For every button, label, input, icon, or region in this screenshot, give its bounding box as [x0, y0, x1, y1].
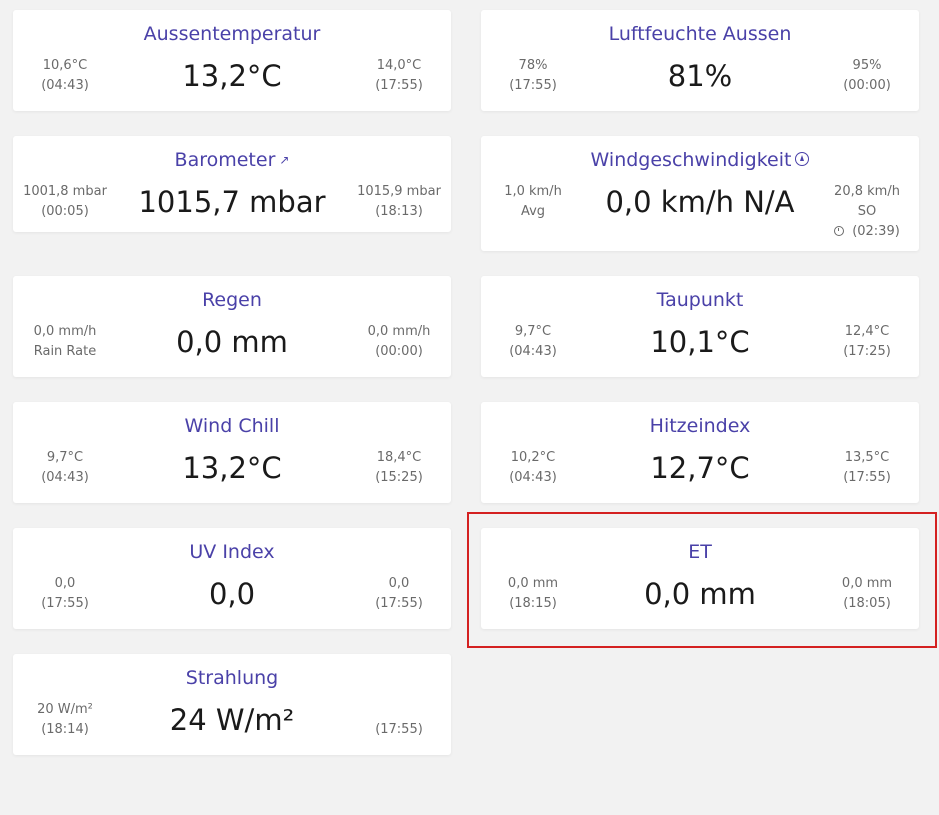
card-title-text[interactable]: Barometer — [175, 149, 276, 171]
card-wind-chill: Wind Chill 9,7°C (04:43) 13,2°C 18,4°C (… — [13, 402, 451, 503]
card-barometer: Barometer ↗ 1001,8 mbar (00:05) 1015,7 mb… — [13, 136, 451, 232]
external-link-icon[interactable]: ↗ — [279, 148, 289, 172]
max-value: 18,4°C (15:25) — [375, 450, 423, 485]
max-value: 0,0 mm (18:05) — [841, 576, 893, 611]
card-title[interactable]: Wind Chill — [13, 414, 451, 438]
card-title[interactable]: Strahlung — [13, 666, 451, 690]
card-outdoor-temperature: Aussentemperatur 10,6°C (04:43) 13,2°C 1… — [13, 10, 451, 111]
card-outdoor-humidity: Luftfeuchte Aussen 78% (17:55) 81% 95% (… — [481, 10, 919, 111]
max-value: 0,0 (17:55) — [375, 576, 423, 611]
card-uv-index: UV Index 0,0 (17:55) 0,0 0,0 (17:55) — [13, 528, 451, 629]
card-title[interactable]: Luftfeuchte Aussen — [481, 22, 919, 46]
clock-icon — [834, 225, 845, 236]
card-title[interactable]: ET — [481, 540, 919, 564]
card-wind-speed: Windgeschwindigkeit 1,0 km/h Avg 0,0 km/… — [481, 136, 919, 251]
card-dew-point: Taupunkt 9,7°C (04:43) 10,1°C 12,4°C (17… — [481, 276, 919, 377]
card-title[interactable]: UV Index — [13, 540, 451, 564]
max-value: 14,0°C (17:55) — [375, 58, 423, 93]
card-rain: Regen 0,0 mm/h Rain Rate 0,0 mm 0,0 mm/h… — [13, 276, 451, 377]
card-title[interactable]: Windgeschwindigkeit — [481, 148, 919, 172]
max-value: 1015,9 mbar (18:13) — [357, 184, 441, 219]
max-value: 13,5°C (17:55) — [843, 450, 891, 485]
max-value: (17:55) — [375, 722, 423, 737]
max-value: 20,8 km/h SO (02:39) — [834, 184, 900, 239]
max-value: 0,0 mm/h (00:00) — [367, 324, 431, 359]
card-heat-index: Hitzeindex 10,2°C (04:43) 12,7°C 13,5°C … — [481, 402, 919, 503]
card-radiation: Strahlung 20 W/m² (18:14) 24 W/m² (17:55… — [13, 654, 451, 755]
card-title-text[interactable]: Windgeschwindigkeit — [591, 149, 792, 171]
card-title[interactable]: Hitzeindex — [481, 414, 919, 438]
max-value: 12,4°C (17:25) — [843, 324, 891, 359]
card-title[interactable]: Regen — [13, 288, 451, 312]
card-et: ET 0,0 mm (18:15) 0,0 mm 0,0 mm (18:05) — [481, 528, 919, 629]
card-title[interactable]: Taupunkt — [481, 288, 919, 312]
max-value: 95% (00:00) — [843, 58, 891, 93]
card-title[interactable]: Aussentemperatur — [13, 22, 451, 46]
compass-icon[interactable] — [795, 151, 810, 166]
card-title[interactable]: Barometer ↗ — [13, 148, 451, 172]
